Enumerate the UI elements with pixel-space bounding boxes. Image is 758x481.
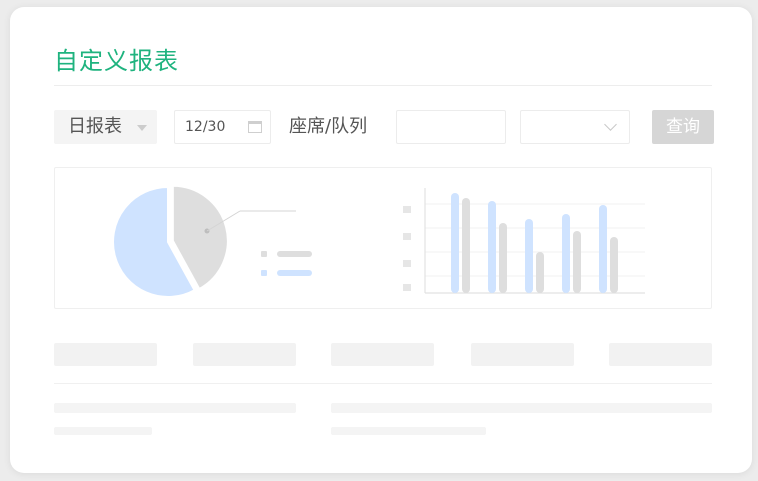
table-divider [54, 383, 712, 384]
report-card: 自定义报表 日报表 12/30 座席/队列 查询 [10, 7, 752, 473]
skeleton-line [54, 427, 152, 435]
report-type-select[interactable]: 日报表 [54, 110, 157, 144]
bar [536, 252, 544, 293]
seat-queue-label: 座席/队列 [289, 116, 368, 137]
chart-canvas [112, 184, 645, 298]
legend-icon [261, 251, 312, 276]
report-type-value: 日报表 [68, 116, 122, 137]
bar [610, 237, 618, 293]
query-button[interactable]: 查询 [652, 110, 714, 144]
bar [451, 193, 459, 293]
title-divider [54, 85, 712, 86]
bar [599, 205, 607, 293]
bar [525, 219, 533, 293]
date-picker[interactable]: 12/30 [174, 110, 271, 144]
seat-queue-select[interactable] [520, 110, 630, 144]
skeleton-line [331, 427, 486, 435]
pie-chart [112, 184, 229, 298]
chart-panel [54, 167, 712, 309]
skeleton-block [193, 343, 296, 366]
skeleton-line [54, 403, 296, 413]
skeleton-block [331, 343, 434, 366]
skeleton-block [471, 343, 574, 366]
bar [573, 231, 581, 293]
bar [462, 198, 470, 293]
date-value: 12/30 [185, 119, 226, 135]
y-axis-ticks [403, 206, 411, 291]
page-title: 自定义报表 [54, 47, 179, 75]
seat-queue-input[interactable] [396, 110, 506, 144]
calendar-icon [248, 121, 262, 133]
filter-toolbar: 日报表 12/30 座席/队列 查询 [54, 110, 714, 144]
chevron-down-icon [604, 118, 617, 131]
caret-down-icon [137, 125, 147, 131]
bar-chart [451, 193, 618, 293]
bar [499, 223, 507, 293]
skeleton-block [609, 343, 712, 366]
skeleton-block [54, 343, 157, 366]
bar [488, 201, 496, 293]
bar [562, 214, 570, 293]
skeleton-line [331, 403, 712, 413]
